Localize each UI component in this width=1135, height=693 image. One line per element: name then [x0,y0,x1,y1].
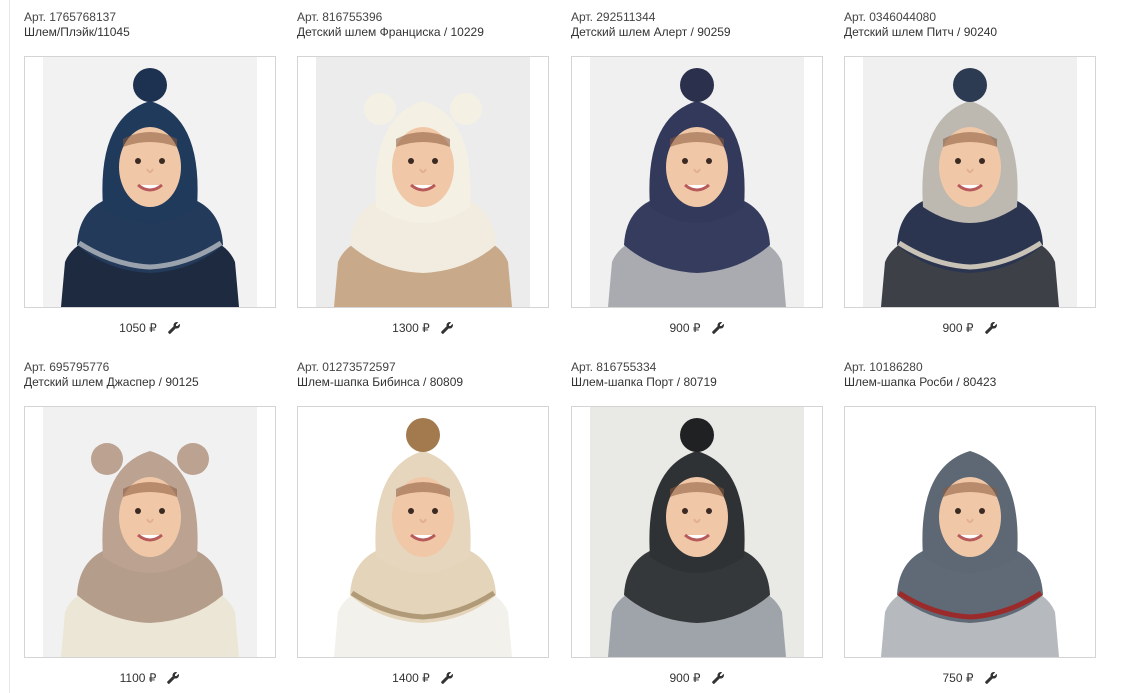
wrench-icon[interactable] [440,321,454,335]
product-name[interactable]: Детский шлем Питч / 90240 [844,25,1096,40]
product-image[interactable] [571,406,823,658]
product-footer: 900 ₽ [844,319,1096,337]
wrench-icon[interactable] [440,671,454,685]
product-name[interactable]: Детский шлем Франциска / 10229 [297,25,549,40]
left-divider [9,0,10,693]
product-photo [43,57,257,307]
product-image[interactable] [24,56,276,308]
product-image[interactable] [297,406,549,658]
product-photo [43,407,257,657]
product-footer: 1300 ₽ [297,319,549,337]
product-photo [316,57,530,307]
product-image[interactable] [844,56,1096,308]
product-card[interactable]: Арт. 0346044080 Детский шлем Питч / 90240… [844,10,1096,350]
product-footer: 900 ₽ [571,319,823,337]
product-price: 1300 ₽ [392,321,430,335]
product-name[interactable]: Шлем-шапка Бибинса / 80809 [297,375,549,390]
product-name[interactable]: Детский шлем Джаспер / 90125 [24,375,276,390]
product-photo [590,57,804,307]
product-card[interactable]: Арт. 816755396 Детский шлем Франциска / 1… [297,10,549,350]
product-photo [316,407,530,657]
product-price: 1400 ₽ [392,671,430,685]
product-card[interactable]: Арт. 10186280 Шлем-шапка Росби / 80423 750… [844,360,1096,693]
product-price: 750 ₽ [942,671,974,685]
product-footer: 1100 ₽ [24,669,276,687]
product-photo [863,57,1077,307]
product-footer: 750 ₽ [844,669,1096,687]
product-name[interactable]: Шлем/Плэйк/11045 [24,25,276,40]
product-article: Арт. 10186280 [844,360,923,374]
product-footer: 1400 ₽ [297,669,549,687]
product-image[interactable] [844,406,1096,658]
product-article: Арт. 0346044080 [844,10,936,24]
wrench-icon[interactable] [166,671,180,685]
product-image[interactable] [571,56,823,308]
product-article: Арт. 695795776 [24,360,110,374]
product-price: 900 ₽ [669,671,701,685]
product-article: Арт. 816755334 [571,360,657,374]
product-article: Арт. 816755396 [297,10,383,24]
product-image[interactable] [24,406,276,658]
product-article: Арт. 1765768137 [24,10,116,24]
product-name[interactable]: Детский шлем Алерт / 90259 [571,25,823,40]
wrench-icon[interactable] [984,671,998,685]
wrench-icon[interactable] [984,321,998,335]
product-footer: 1050 ₽ [24,319,276,337]
wrench-icon[interactable] [711,671,725,685]
product-card[interactable]: Арт. 695795776 Детский шлем Джаспер / 901… [24,360,276,693]
product-price: 900 ₽ [669,321,701,335]
product-image[interactable] [297,56,549,308]
product-card[interactable]: Арт. 01273572597 Шлем-шапка Бибинса / 808… [297,360,549,693]
wrench-icon[interactable] [711,321,725,335]
product-name[interactable]: Шлем-шапка Порт / 80719 [571,375,823,390]
product-price: 900 ₽ [942,321,974,335]
product-price: 1100 ₽ [119,671,157,685]
product-photo [863,407,1077,657]
wrench-icon[interactable] [167,321,181,335]
product-card[interactable]: Арт. 1765768137 Шлем/Плэйк/11045 1050 ₽ [24,10,276,350]
product-name[interactable]: Шлем-шапка Росби / 80423 [844,375,1096,390]
product-footer: 900 ₽ [571,669,823,687]
product-photo [590,407,804,657]
product-card[interactable]: Арт. 816755334 Шлем-шапка Порт / 80719 900… [571,360,823,693]
product-article: Арт. 292511344 [571,10,656,24]
product-article: Арт. 01273572597 [297,360,396,374]
product-card[interactable]: Арт. 292511344 Детский шлем Алерт / 90259… [571,10,823,350]
product-price: 1050 ₽ [119,321,157,335]
